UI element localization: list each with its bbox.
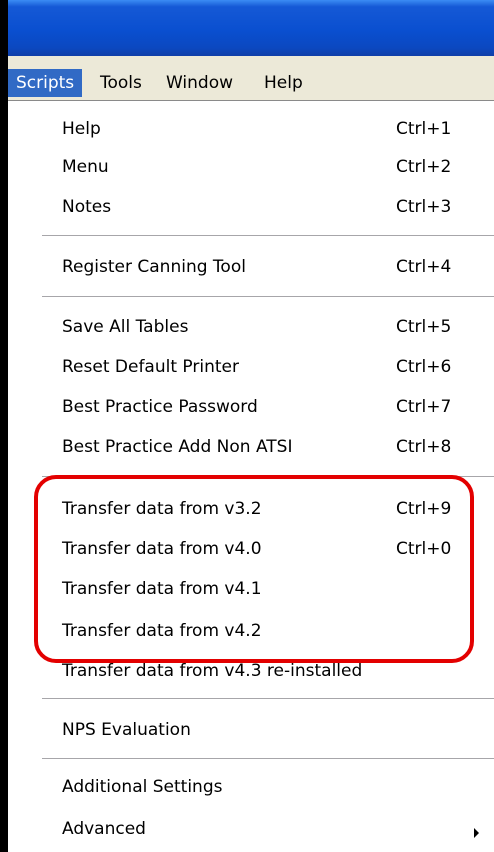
menu-window[interactable]: Window bbox=[158, 69, 241, 97]
menu-item-label: Save All Tables bbox=[62, 317, 189, 337]
application-window: Scripts Tools Window Help Help Ctrl+1 Me… bbox=[8, 0, 494, 852]
menu-item-help[interactable]: Help Ctrl+1 bbox=[8, 111, 494, 147]
title-bar[interactable] bbox=[8, 0, 494, 56]
menu-item-save-all-tables[interactable]: Save All Tables Ctrl+5 bbox=[8, 309, 494, 345]
menu-item-label: Advanced bbox=[62, 819, 146, 839]
menu-item-shortcut: Ctrl+5 bbox=[396, 317, 452, 337]
menu-item-label: Help bbox=[62, 119, 101, 139]
menu-item-label: Reset Default Printer bbox=[62, 357, 239, 377]
menu-item-shortcut: Ctrl+6 bbox=[396, 357, 452, 377]
menu-item-label: Additional Settings bbox=[62, 777, 223, 797]
menu-item-shortcut: Ctrl+1 bbox=[396, 119, 452, 139]
menu-item-shortcut: Ctrl+4 bbox=[396, 257, 452, 277]
menu-item-register-canning-tool[interactable]: Register Canning Tool Ctrl+4 bbox=[8, 249, 494, 285]
menu-item-label: Register Canning Tool bbox=[62, 257, 246, 277]
menu-separator bbox=[42, 698, 494, 700]
menu-separator bbox=[42, 758, 494, 760]
menu-separator bbox=[42, 235, 494, 237]
menu-item-label: Best Practice Password bbox=[62, 397, 258, 417]
menu-separator bbox=[42, 296, 494, 298]
menu-item-advanced[interactable]: Advanced bbox=[8, 811, 494, 847]
menu-item-menu[interactable]: Menu Ctrl+2 bbox=[8, 149, 494, 185]
menu-item-label: Menu bbox=[62, 157, 109, 177]
menu-item-label: NPS Evaluation bbox=[62, 720, 191, 740]
menu-scripts[interactable]: Scripts bbox=[8, 69, 83, 97]
menu-item-additional-settings[interactable]: Additional Settings bbox=[8, 769, 494, 805]
menu-item-best-practice-password[interactable]: Best Practice Password Ctrl+7 bbox=[8, 389, 494, 425]
menu-item-shortcut: Ctrl+2 bbox=[396, 157, 452, 177]
menu-item-best-practice-add-non-atsi[interactable]: Best Practice Add Non ATSI Ctrl+8 bbox=[8, 429, 494, 465]
scripts-dropdown-menu: Help Ctrl+1 Menu Ctrl+2 Notes Ctrl+3 Reg… bbox=[8, 100, 494, 852]
menu-item-notes[interactable]: Notes Ctrl+3 bbox=[8, 189, 494, 225]
menu-help[interactable]: Help bbox=[256, 69, 311, 97]
menu-tools[interactable]: Tools bbox=[92, 69, 150, 97]
menu-item-label: Best Practice Add Non ATSI bbox=[62, 437, 293, 457]
submenu-arrow-icon bbox=[474, 828, 479, 838]
menu-bar: Scripts Tools Window Help bbox=[8, 64, 494, 100]
menu-item-shortcut: Ctrl+3 bbox=[396, 197, 452, 217]
menu-item-nps-evaluation[interactable]: NPS Evaluation bbox=[8, 712, 494, 748]
menu-item-label: Notes bbox=[62, 197, 112, 217]
highlight-outline bbox=[34, 475, 474, 663]
menu-item-reset-default-printer[interactable]: Reset Default Printer Ctrl+6 bbox=[8, 349, 494, 385]
menu-item-shortcut: Ctrl+8 bbox=[396, 437, 452, 457]
menu-item-shortcut: Ctrl+7 bbox=[396, 397, 452, 417]
